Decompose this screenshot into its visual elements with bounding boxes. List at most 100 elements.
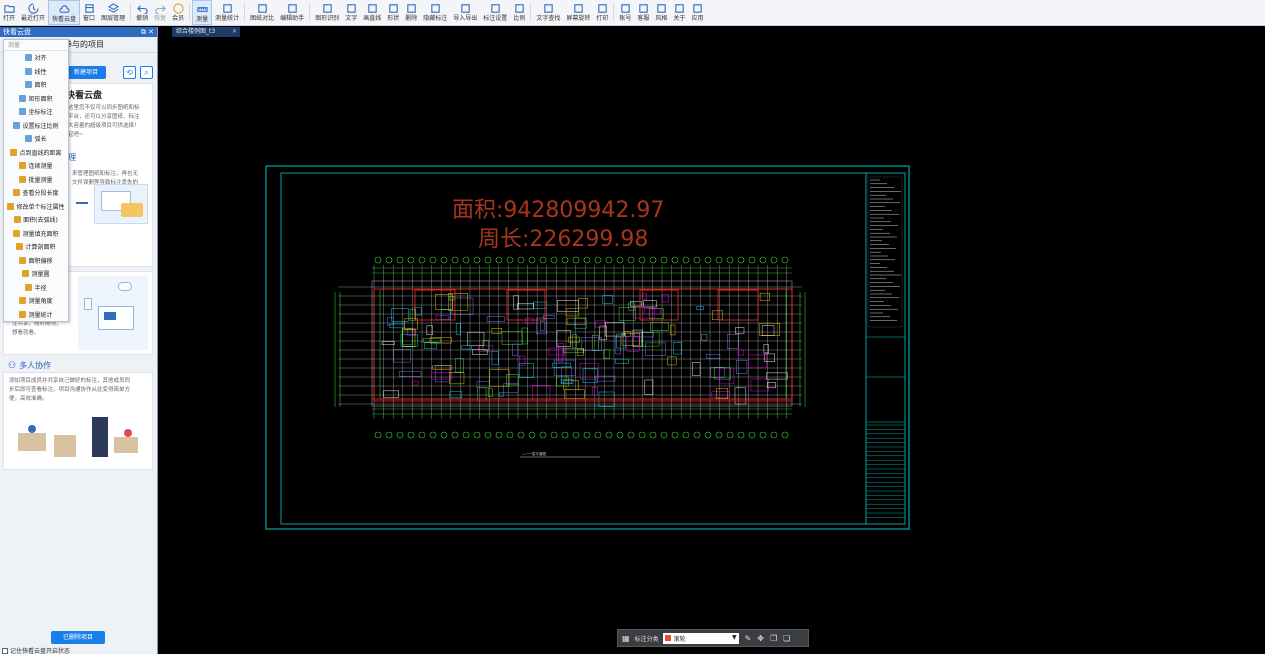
toolbar-vip-button[interactable]: 会员 <box>169 0 187 25</box>
toolbar-text-button[interactable]: 文字 <box>342 0 360 25</box>
menu-item-label: 连续测量 <box>28 163 53 171</box>
paste-icon[interactable]: ❏ <box>783 634 790 643</box>
toolbar-text-search-button[interactable]: 文字查找 <box>533 0 563 25</box>
toolbar-label: 风格 <box>655 15 668 22</box>
menu-item[interactable]: 测量统计 <box>4 308 68 322</box>
menu-item[interactable]: 查看分段长度 <box>4 186 68 200</box>
toolbar-folder-button[interactable]: 打开 <box>0 0 18 25</box>
measure-tool-icon <box>19 256 27 264</box>
menu-item-label: 设置标注比例 <box>22 122 59 130</box>
toolbar-print-button[interactable]: 打印 <box>593 0 611 25</box>
menu-item[interactable]: 设置标注比例 <box>4 119 68 133</box>
toolbar-style-button[interactable]: 风格 <box>652 0 670 25</box>
toolbar-compare-button[interactable]: 图纸对比 <box>247 0 277 25</box>
menu-item[interactable]: 面积(去弧线) <box>4 213 68 227</box>
toolbar-import-export-button[interactable]: 导入导出 <box>450 0 480 25</box>
menu-item[interactable]: 计算剖面积 <box>4 240 68 254</box>
manage-section-title: 理 <box>68 153 76 162</box>
menu-item[interactable]: 面积 <box>4 78 68 92</box>
collab-text: 添加项目成员并共享自己做好的标注，其他成员同 步后即可查看标注。项目沟通协作从此… <box>9 378 131 402</box>
toolbar-line-button[interactable]: 画直线 <box>360 0 384 25</box>
toolbar-hide-annotation-button[interactable]: 隐藏标注 <box>420 0 450 25</box>
toolbar-info-button[interactable]: 关于 <box>670 0 688 25</box>
menu-item[interactable]: 测量填充面积 <box>4 227 68 241</box>
new-project-button[interactable]: 新建项目 <box>66 66 106 79</box>
toolbar-annotation-settings-button[interactable]: 标注设置 <box>480 0 510 25</box>
toolbar-headset-button[interactable]: 客服 <box>634 0 652 25</box>
category-select[interactable]: 滚轮 ▼ <box>662 632 739 644</box>
tab-document[interactable]: 综合楼例图_t3 ✕ <box>172 27 240 37</box>
toolbar-shape-button[interactable]: 形状 <box>384 0 402 25</box>
menu-item[interactable]: 矩形面积 <box>4 92 68 106</box>
menu-item[interactable]: 对齐 <box>4 51 68 65</box>
measure-tool-icon <box>13 121 21 129</box>
menu-item[interactable]: 批量测量 <box>4 173 68 187</box>
text-icon <box>345 2 357 14</box>
toolbar-shape-recognition-button[interactable]: 图形识别 <box>312 0 342 25</box>
document-tabbar: 综合楼例图_t3 ✕ <box>160 27 1265 37</box>
measure-tool-icon <box>25 283 33 291</box>
measure-tool-icon <box>25 135 33 143</box>
deleted-projects-button[interactable]: 已删除项目 <box>51 631 105 644</box>
menu-item[interactable]: 测量角度 <box>4 294 68 308</box>
toolbar-measure-button[interactable]: 测量 <box>192 0 213 25</box>
toolbar-label: 客服 <box>637 15 650 22</box>
drawing-canvas[interactable]: 面积:942809942.97 周长:226299.98 —~一层平面图 <box>160 37 1265 654</box>
toolbar-separator <box>189 3 191 22</box>
panel-header: 快看云盘 ⧉ ✕ <box>0 27 157 37</box>
sync-icon[interactable]: ⟲ <box>123 66 136 79</box>
grid-icon[interactable]: ▦ <box>622 634 630 643</box>
cad-drawing[interactable]: 面积:942809942.97 周长:226299.98 —~一层平面图 <box>160 37 1265 654</box>
toolbar-rotate-screen-button[interactable]: 屏幕旋转 <box>563 0 593 25</box>
toolbar-window-button[interactable]: 窗口 <box>80 0 98 25</box>
toolbar-label: 隐藏标注 <box>423 15 448 22</box>
area-measure-text: 面积:942809942.97 <box>452 198 664 223</box>
search-icon[interactable]: ⌕ <box>140 66 153 79</box>
measure-tool-icon <box>19 94 27 102</box>
toolbar-label: 打印 <box>596 15 609 22</box>
toolbar-history-button[interactable]: 最近打开 <box>18 0 48 25</box>
move-icon[interactable]: ✥ <box>757 634 764 643</box>
collab-card: 添加项目成员并共享自己做好的标注，其他成员同 步后即可查看标注。项目沟通协作从此… <box>3 372 153 470</box>
category-color-swatch <box>664 635 671 641</box>
toolbar-edit-assistant-button[interactable]: 编辑助手 <box>277 0 307 25</box>
toolbar-scale-button[interactable]: 比例 <box>510 0 528 25</box>
menu-item[interactable]: 连续测量 <box>4 159 68 173</box>
checkbox-box[interactable] <box>2 647 8 654</box>
panel-window-buttons[interactable]: ⧉ ✕ <box>141 27 154 37</box>
menu-item[interactable]: 面积偏移 <box>4 254 68 268</box>
menu-item-label: 面积偏移 <box>28 257 53 265</box>
scale-icon <box>513 2 525 14</box>
compare-icon <box>256 2 268 14</box>
copy-icon[interactable]: ❐ <box>770 634 777 643</box>
edit-icon[interactable]: ✎ <box>745 634 752 643</box>
toolbar-redo-button[interactable]: 恢复 <box>151 0 169 25</box>
toolbar-layers-button[interactable]: 图层管理 <box>98 0 128 25</box>
close-icon[interactable]: ✕ <box>232 27 237 37</box>
history-icon <box>27 2 39 14</box>
eraser-icon <box>405 2 417 14</box>
toolbar-eraser-button[interactable]: 删除 <box>402 0 420 25</box>
menu-item[interactable]: 坐标标注 <box>4 105 68 119</box>
remember-state-checkbox[interactable]: 记住快看云盘开启状态 <box>2 646 70 654</box>
menu-item[interactable]: 修改单个标注属性 <box>4 200 68 214</box>
menu-item[interactable]: 测量圆 <box>4 267 68 281</box>
account-icon <box>619 2 631 14</box>
measure-tool-icon <box>19 162 27 170</box>
menu-item[interactable]: 线性 <box>4 65 68 79</box>
arrow-icon <box>76 202 88 204</box>
menu-item[interactable]: 弧长 <box>4 132 68 146</box>
measure-tool-icon <box>13 189 21 197</box>
toolbar-measure-stats-button[interactable]: 测量统计 <box>212 0 242 25</box>
menu-search-input[interactable]: 测量 <box>4 40 68 51</box>
menu-item[interactable]: 点到直线的距离 <box>4 146 68 160</box>
toolbar-undo-button[interactable]: 撤销 <box>133 0 151 25</box>
menu-item-label: 面积(去弧线) <box>23 217 58 225</box>
toolbar-apps-button[interactable]: 应用 <box>688 0 706 25</box>
toolbar-account-button[interactable]: 账号 <box>616 0 634 25</box>
annotation-settings-icon <box>489 2 501 14</box>
toolbar-label: 标注设置 <box>483 15 508 22</box>
toolbar-cloud-button[interactable]: 快看云盘 <box>48 0 81 25</box>
menu-item[interactable]: 半径 <box>4 281 68 295</box>
menu-item-label: 修改单个标注属性 <box>16 203 65 211</box>
